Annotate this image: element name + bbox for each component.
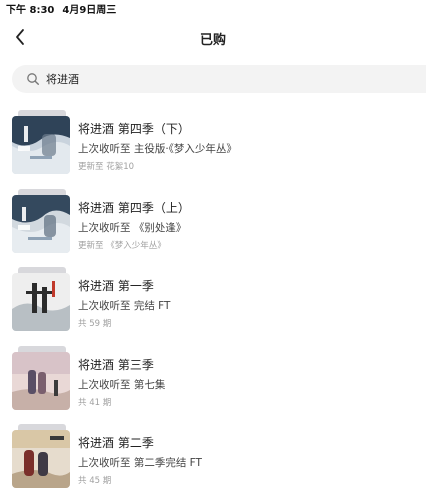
album-cover	[12, 273, 70, 331]
album-cover-stack	[12, 188, 72, 253]
album-cover-stack	[12, 267, 72, 331]
item-meta: 共 45 期	[78, 476, 112, 486]
item-progress: 上次收听至 第七集	[78, 378, 166, 391]
item-meta: 共 59 期	[78, 319, 112, 329]
item-title: 将进酒 第三季	[78, 357, 154, 372]
status-date: 4月9日周三	[62, 5, 117, 16]
purchased-list: 将进酒 第四季（下） 上次收听至 主役版·《梦入少年丛》 更新至 花絮10 将进…	[0, 102, 426, 495]
item-meta: 更新至 《梦入少年丛》	[78, 240, 166, 251]
list-item[interactable]: 将进酒 第一季 上次收听至 完结 FT 共 59 期	[0, 259, 426, 338]
list-item[interactable]: 将进酒 第二季 上次收听至 第二季完结 FT 共 45 期	[0, 416, 426, 495]
search-bar[interactable]	[12, 65, 426, 93]
list-item[interactable]: 将进酒 第四季（下） 上次收听至 主役版·《梦入少年丛》 更新至 花絮10	[0, 102, 426, 181]
album-cover-stack	[12, 345, 72, 410]
nav-bar: 已购	[0, 22, 426, 52]
search-input[interactable]	[46, 67, 346, 91]
item-title: 将进酒 第一季	[78, 279, 154, 293]
album-cover	[12, 116, 70, 174]
search-icon	[27, 73, 40, 86]
album-cover	[12, 430, 70, 488]
list-item[interactable]: 将进酒 第三季 上次收听至 第七集 共 41 期	[0, 338, 426, 417]
page-title: 已购	[199, 33, 226, 48]
item-progress: 上次收听至 主役版·《梦入少年丛》	[78, 143, 237, 155]
item-meta: 共 41 期	[78, 397, 112, 408]
item-progress: 上次收听至 《别处逢》	[78, 221, 187, 234]
album-cover	[12, 351, 70, 410]
item-meta: 更新至 花絮10	[78, 162, 135, 172]
album-cover-stack	[12, 110, 72, 174]
album-cover	[12, 194, 70, 253]
item-title: 将进酒 第四季（下）	[78, 122, 190, 136]
status-bar: 下午 8:30 4月9日周三	[6, 1, 124, 16]
status-time: 下午 8:30	[6, 5, 55, 16]
item-title: 将进酒 第二季	[78, 436, 154, 450]
item-progress: 上次收听至 第二季完结 FT	[78, 457, 202, 469]
album-cover-stack	[12, 424, 72, 488]
item-title: 将进酒 第四季（上）	[78, 200, 190, 215]
item-progress: 上次收听至 完结 FT	[78, 300, 171, 312]
list-item[interactable]: 将进酒 第四季（上） 上次收听至 《别处逢》 更新至 《梦入少年丛》	[0, 181, 426, 260]
